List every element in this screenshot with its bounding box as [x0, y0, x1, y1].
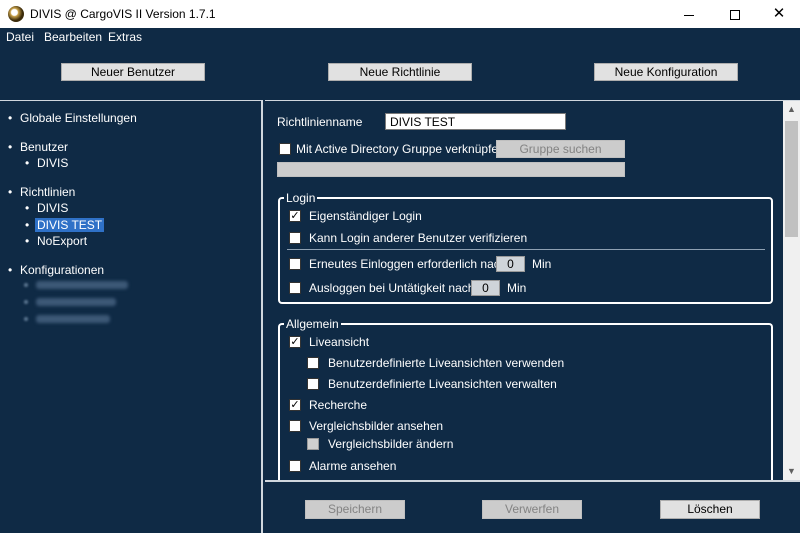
- relogin-minutes-input[interactable]: 0: [496, 256, 525, 272]
- relogin-unit: Min: [532, 257, 552, 271]
- tree-global-settings[interactable]: Globale Einstellungen: [8, 111, 137, 125]
- custom-live-manage-checkbox[interactable]: [307, 378, 319, 390]
- action-bar: Speichern Verwerfen Löschen: [265, 480, 800, 533]
- delete-button[interactable]: Löschen: [660, 500, 760, 519]
- tree-policy-divis-test[interactable]: DIVIS TEST: [25, 218, 105, 232]
- tree-policy-divis[interactable]: DIVIS: [25, 201, 68, 215]
- logout-idle-label: Ausloggen bei Untätigkeit nach: [309, 281, 475, 295]
- tree-policies-header[interactable]: Richtlinien: [8, 185, 75, 199]
- logout-idle-minutes-input[interactable]: 0: [471, 280, 500, 296]
- login-separator: [287, 249, 765, 250]
- tree-users-header[interactable]: Benutzer: [8, 140, 68, 154]
- window-title: DIVIS @ CargoVIS II Version 1.7.1: [30, 7, 216, 21]
- redacted-config-entry[interactable]: [36, 298, 116, 306]
- tree-policy-noexport[interactable]: NoExport: [25, 234, 87, 248]
- compare-view-label: Vergleichsbilder ansehen: [309, 419, 444, 433]
- minimize-icon: [684, 14, 694, 16]
- maximize-button[interactable]: [712, 0, 758, 28]
- redacted-bullet: [24, 300, 28, 304]
- new-config-button[interactable]: Neue Konfiguration: [594, 63, 738, 81]
- scroll-up-arrow-icon[interactable]: ▲: [783, 101, 800, 118]
- menu-bar: Datei Bearbeiten Extras: [0, 28, 800, 46]
- title-bar: DIVIS @ CargoVIS II Version 1.7.1 ✕: [0, 0, 800, 28]
- new-user-button[interactable]: Neuer Benutzer: [61, 63, 205, 81]
- general-group: Allgemein ✓ Liveansicht Benutzerdefinier…: [278, 317, 773, 493]
- research-label: Recherche: [309, 398, 368, 412]
- tree-policy-selected-label: DIVIS TEST: [35, 218, 105, 232]
- minimize-button[interactable]: [666, 0, 712, 28]
- tree-configs-header[interactable]: Konfigurationen: [8, 263, 104, 277]
- ad-link-checkbox[interactable]: [279, 143, 291, 155]
- policy-detail-panel: Richtlinienname DIVIS TEST Mit Active Di…: [265, 100, 800, 493]
- alarms-view-checkbox[interactable]: [289, 460, 301, 472]
- redacted-bullet: [24, 283, 28, 287]
- check-icon: ✓: [290, 210, 300, 222]
- alarms-view-label: Alarme ansehen: [309, 459, 397, 473]
- verify-other-login-label: Kann Login anderer Benutzer verifizieren: [309, 231, 528, 245]
- redacted-config-entry[interactable]: [36, 281, 128, 289]
- own-login-checkbox[interactable]: ✓: [289, 210, 301, 222]
- general-group-title: Allgemein: [284, 317, 341, 331]
- login-group-title: Login: [284, 191, 318, 205]
- save-button[interactable]: Speichern: [305, 500, 405, 519]
- policy-name-input[interactable]: DIVIS TEST: [385, 113, 566, 130]
- compare-edit-checkbox[interactable]: [307, 438, 319, 450]
- tree-user-divis[interactable]: DIVIS: [25, 156, 68, 170]
- own-login-label: Eigenständiger Login: [309, 209, 422, 223]
- research-checkbox[interactable]: ✓: [289, 399, 301, 411]
- close-button[interactable]: ✕: [756, 0, 800, 28]
- maximize-icon: [730, 10, 740, 21]
- redacted-config-entry[interactable]: [36, 315, 110, 323]
- check-icon: ✓: [290, 336, 300, 348]
- policy-name-label: Richtlinienname: [277, 115, 363, 129]
- logout-idle-checkbox[interactable]: [289, 282, 301, 294]
- relogin-label: Erneutes Einloggen erforderlich nach: [309, 257, 507, 271]
- navigation-tree: Globale Einstellungen Benutzer DIVIS Ric…: [0, 100, 263, 533]
- custom-live-manage-label: Benutzerdefinierte Liveansichten verwalt…: [328, 377, 557, 391]
- verify-other-login-checkbox[interactable]: [289, 232, 301, 244]
- app-logo-icon: [8, 6, 24, 22]
- relogin-checkbox[interactable]: [289, 258, 301, 270]
- menu-bearbeiten[interactable]: Bearbeiten: [44, 30, 102, 44]
- scroll-thumb[interactable]: [785, 121, 798, 237]
- check-icon: ✓: [290, 399, 300, 411]
- scroll-down-arrow-icon[interactable]: ▼: [783, 463, 800, 480]
- discard-button[interactable]: Verwerfen: [482, 500, 582, 519]
- group-search-button[interactable]: Gruppe suchen: [496, 140, 625, 158]
- live-view-checkbox[interactable]: ✓: [289, 336, 301, 348]
- custom-live-use-label: Benutzerdefinierte Liveansichten verwend…: [328, 356, 565, 370]
- ad-group-field[interactable]: [277, 162, 625, 177]
- compare-view-checkbox[interactable]: [289, 420, 301, 432]
- menu-extras[interactable]: Extras: [108, 30, 142, 44]
- detail-scrollbar[interactable]: ▲ ▼: [783, 101, 800, 480]
- ad-link-label: Mit Active Directory Gruppe verknüpfen: [296, 142, 505, 156]
- live-view-label: Liveansicht: [309, 335, 370, 349]
- login-group: Login ✓ Eigenständiger Login Kann Login …: [278, 191, 773, 304]
- logout-idle-unit: Min: [507, 281, 527, 295]
- menu-datei[interactable]: Datei: [6, 30, 34, 44]
- redacted-bullet: [24, 317, 28, 321]
- compare-edit-label: Vergleichsbilder ändern: [328, 437, 454, 451]
- new-policy-button[interactable]: Neue Richtlinie: [328, 63, 472, 81]
- custom-live-use-checkbox[interactable]: [307, 357, 319, 369]
